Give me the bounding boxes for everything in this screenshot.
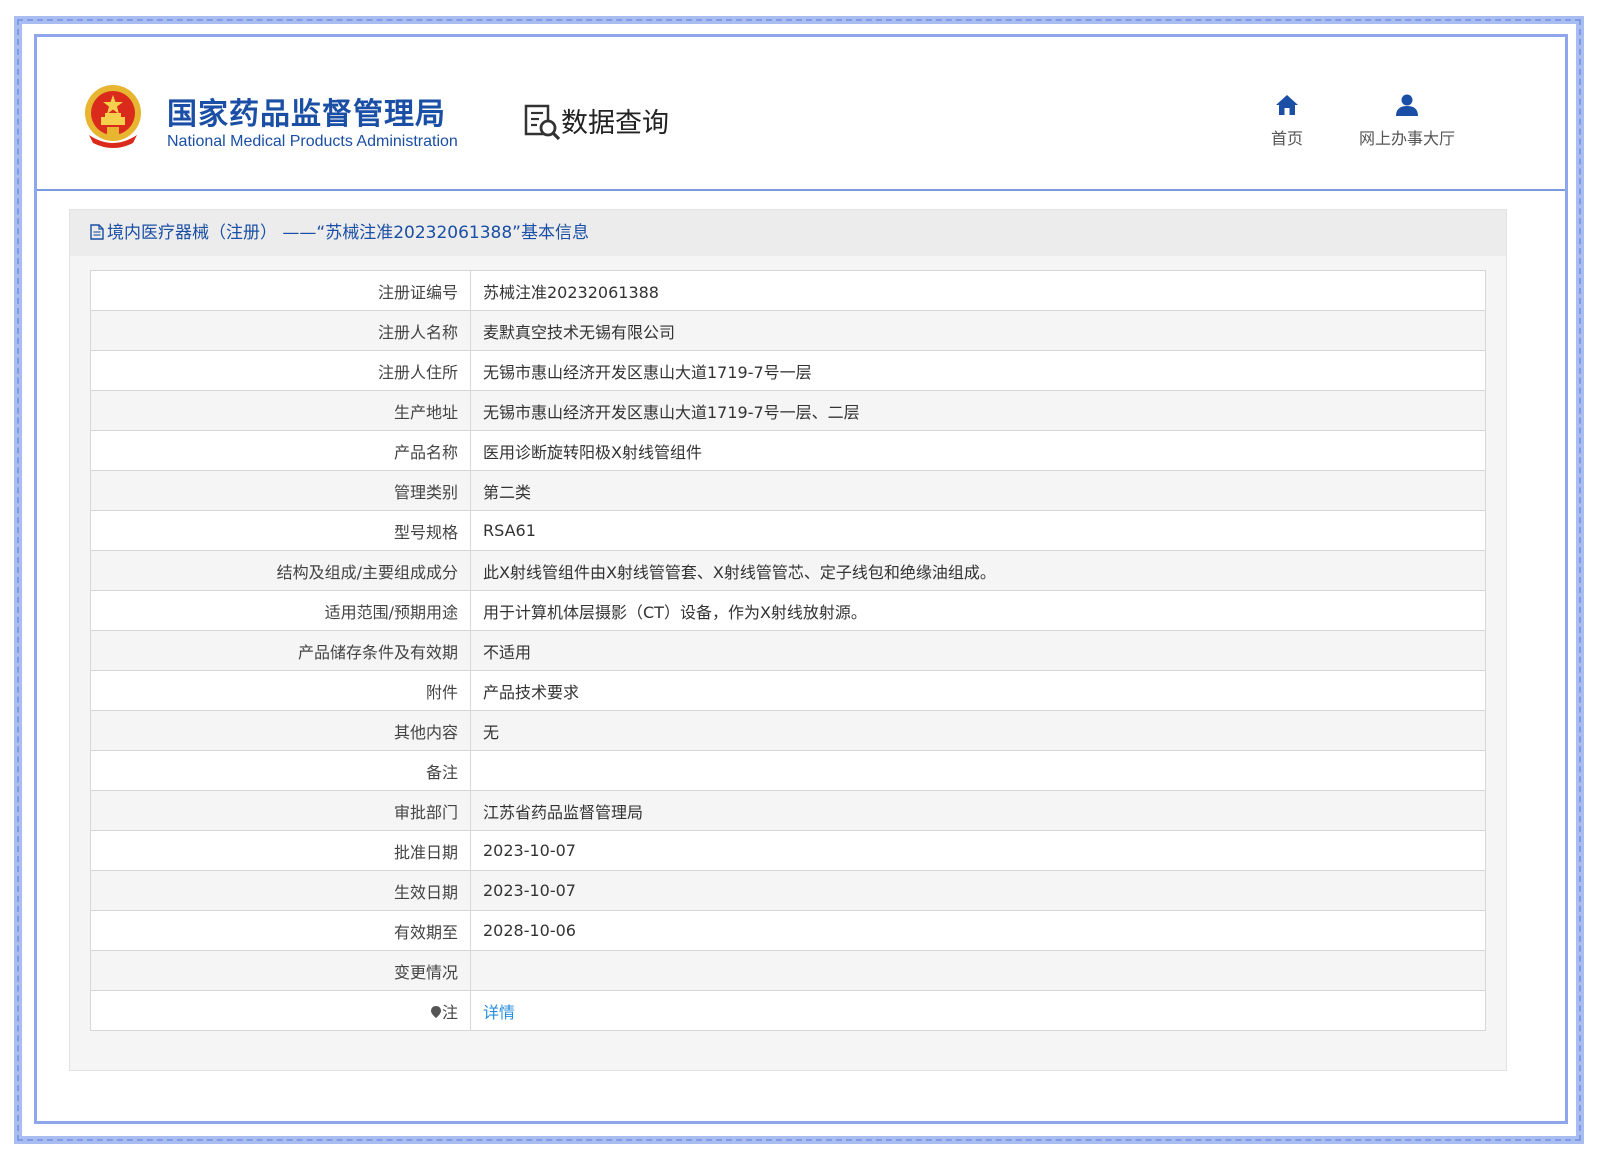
field-value: 不适用: [470, 630, 1486, 671]
field-value: 无锡市惠山经济开发区惠山大道1719-7号一层、二层: [470, 390, 1486, 431]
panel-title: 境内医疗器械（注册） ——“苏械注准20232061388”基本信息: [107, 223, 589, 243]
field-label: 注册证编号: [90, 270, 471, 311]
site-header: 国家药品监督管理局 National Medical Products Admi…: [37, 37, 1565, 191]
field-value: 苏械注准20232061388: [470, 270, 1486, 311]
field-value: [470, 950, 1486, 991]
field-label: 附件: [90, 670, 471, 711]
field-label: 注册人住所: [90, 350, 471, 391]
field-label: 适用范围/预期用途: [90, 590, 471, 631]
table-row: 注册证编号 苏械注准20232061388: [90, 270, 1486, 311]
field-value: 2028-10-06: [470, 910, 1486, 951]
note-label-cell: 注: [90, 990, 471, 1031]
user-icon: [1396, 94, 1418, 116]
field-value: 2023-10-07: [470, 870, 1486, 911]
table-row: 管理类别 第二类: [90, 470, 1486, 511]
national-emblem-icon: [85, 85, 141, 148]
field-label: 变更情况: [90, 950, 471, 991]
field-value: [470, 750, 1486, 791]
table-row: 有效期至 2028-10-06: [90, 910, 1486, 951]
field-label: 结构及组成/主要组成成分: [90, 550, 471, 591]
nav-hall-label: 网上办事大厅: [1358, 129, 1455, 148]
field-value: RSA61: [470, 510, 1486, 551]
table-row: 产品储存条件及有效期 不适用: [90, 630, 1486, 671]
nav-home-label: 首页: [1270, 129, 1303, 148]
field-value: 江苏省药品监督管理局: [470, 790, 1486, 831]
field-label: 备注: [90, 750, 471, 791]
home-icon: [1276, 95, 1298, 115]
field-label: 产品名称: [90, 430, 471, 471]
table-row: 型号规格 RSA61: [90, 510, 1486, 551]
pin-icon: [430, 1005, 441, 1018]
table-row: 注册人住所 无锡市惠山经济开发区惠山大道1719-7号一层: [90, 350, 1486, 391]
table-row: 附件 产品技术要求: [90, 670, 1486, 711]
note-label: 注: [441, 1002, 458, 1022]
table-row: 注册人名称 麦默真空技术无锡有限公司: [90, 310, 1486, 351]
table-row: 生效日期 2023-10-07: [90, 870, 1486, 911]
panel-title-bar: 境内医疗器械（注册） ——“苏械注准20232061388”基本信息: [70, 210, 1506, 256]
field-value: 医用诊断旋转阳极X射线管组件: [470, 430, 1486, 471]
table-row: 结构及组成/主要组成成分 此X射线管组件由X射线管管套、X射线管管芯、定子线包和绝…: [90, 550, 1486, 591]
field-label: 审批部门: [90, 790, 471, 831]
data-query-icon: [524, 104, 561, 141]
field-label: 有效期至: [90, 910, 471, 951]
info-table-wrapper: 注册证编号 苏械注准20232061388 注册人名称 麦默真空技术无锡有限公司 注册人…: [90, 270, 1486, 1031]
field-label: 批准日期: [90, 830, 471, 871]
field-value: 无锡市惠山经济开发区惠山大道1719-7号一层: [470, 350, 1486, 391]
table-row: 批准日期 2023-10-07: [90, 830, 1486, 871]
field-label: 产品储存条件及有效期: [90, 630, 471, 671]
section-title: 数据查询: [561, 108, 669, 139]
field-label: 生效日期: [90, 870, 471, 911]
nav-home[interactable]: 首页: [1257, 93, 1317, 149]
note-row: 注 详情: [90, 990, 1486, 1031]
agency-name-cn: 国家药品监督管理局: [167, 97, 446, 132]
field-label: 生产地址: [90, 390, 471, 431]
field-value: 无: [470, 710, 1486, 751]
note-value-cell: 详情: [470, 990, 1486, 1031]
field-value: 麦默真空技术无锡有限公司: [470, 310, 1486, 351]
field-value: 第二类: [470, 470, 1486, 511]
info-table-body: 注册证编号 苏械注准20232061388 注册人名称 麦默真空技术无锡有限公司 注册人…: [90, 270, 1486, 1031]
details-link[interactable]: 详情: [483, 1003, 515, 1022]
field-label: 管理类别: [90, 470, 471, 511]
agency-name-en: National Medical Products Administration: [167, 133, 458, 150]
nav-online-service-hall[interactable]: 网上办事大厅: [1347, 93, 1467, 149]
table-row: 变更情况: [90, 950, 1486, 991]
field-label: 其他内容: [90, 710, 471, 751]
detail-panel: 境内医疗器械（注册） ——“苏械注准20232061388”基本信息 注册证编号…: [69, 209, 1507, 1071]
page-frame: 国家药品监督管理局 National Medical Products Admi…: [34, 34, 1568, 1124]
table-row: 其他内容无: [90, 710, 1486, 751]
table-row: 备注: [90, 750, 1486, 791]
table-row: 生产地址 无锡市惠山经济开发区惠山大道1719-7号一层、二层: [90, 390, 1486, 431]
field-value: 2023-10-07: [470, 830, 1486, 871]
info-table: 注册证编号 苏械注准20232061388 注册人名称 麦默真空技术无锡有限公司 注册人…: [90, 270, 1486, 1031]
field-label: 注册人名称: [90, 310, 471, 351]
table-row: 产品名称 医用诊断旋转阳极X射线管组件: [90, 430, 1486, 471]
table-row: 适用范围/预期用途 用于计算机体层摄影（CT）设备，作为X射线放射源。: [90, 590, 1486, 631]
field-label: 型号规格: [90, 510, 471, 551]
table-row: 审批部门 江苏省药品监督管理局: [90, 790, 1486, 831]
field-value: 用于计算机体层摄影（CT）设备，作为X射线放射源。: [470, 590, 1486, 631]
field-value: 此X射线管组件由X射线管管套、X射线管管芯、定子线包和绝缘油组成。: [470, 550, 1486, 591]
field-value: 产品技术要求: [470, 670, 1486, 711]
document-icon: [90, 224, 104, 240]
